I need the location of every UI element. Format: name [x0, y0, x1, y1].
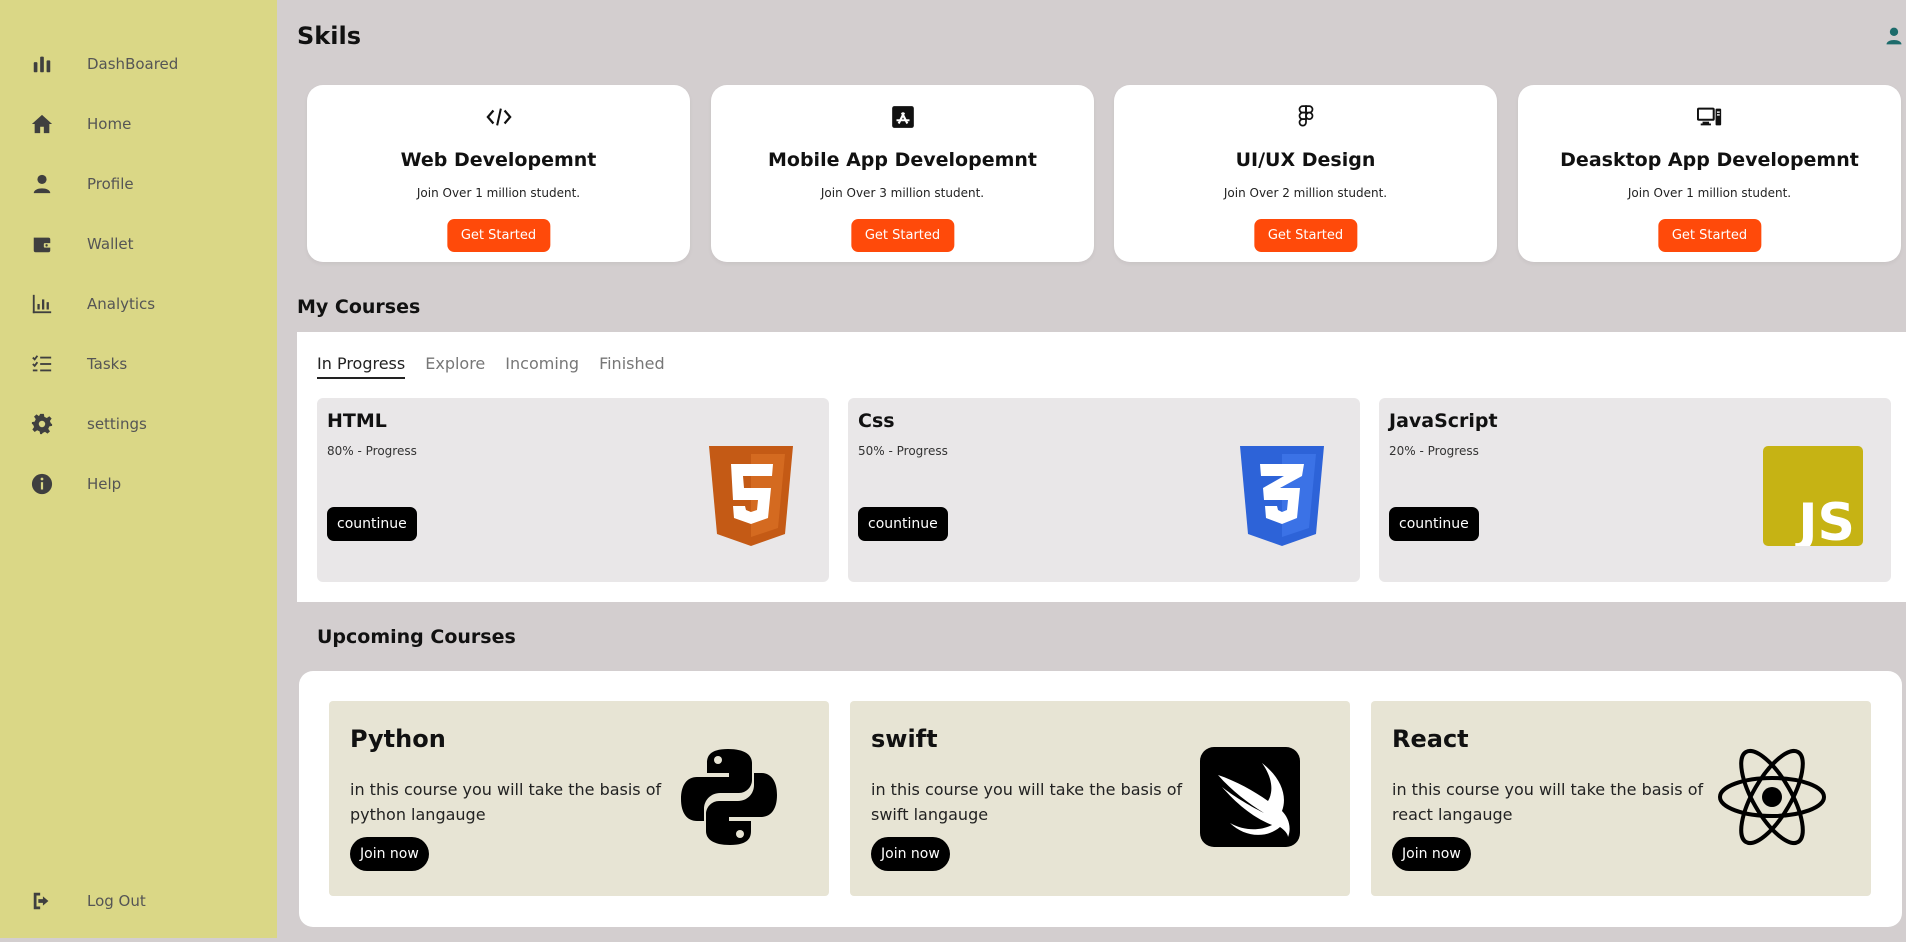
- get-started-button[interactable]: Get Started: [1253, 219, 1358, 252]
- sidebar-item-tasks[interactable]: Tasks: [30, 344, 127, 384]
- skill-subtitle: Join Over 3 million student.: [820, 186, 985, 200]
- upcoming-course-title: React: [1392, 725, 1469, 753]
- tab-in-progress[interactable]: In Progress: [317, 354, 406, 379]
- get-started-button[interactable]: Get Started: [850, 219, 955, 252]
- logout-icon: [30, 889, 54, 913]
- sidebar-item-dashboard[interactable]: DashBoared: [30, 44, 178, 84]
- upcoming-course-title: Python: [350, 725, 446, 753]
- course-title: Css: [858, 410, 895, 432]
- skill-card: UI/UX Design Join Over 2 million student…: [1114, 85, 1497, 262]
- wallet-icon: [30, 232, 54, 256]
- course-progress: 80% - Progress: [327, 444, 417, 458]
- upcoming-course-card: swift in this course you will take the b…: [850, 701, 1350, 896]
- upcoming-course-description: in this course you will take the basis o…: [350, 780, 662, 824]
- sidebar-item-home[interactable]: Home: [30, 104, 131, 144]
- upcoming-course-description: in this course you will take the basis o…: [1392, 780, 1704, 824]
- upcoming-course-card: React in this course you will take the b…: [1371, 701, 1871, 896]
- user-icon: [30, 172, 54, 196]
- python-logo-icon: [681, 749, 777, 845]
- home-icon: [30, 112, 54, 136]
- upcoming-courses-panel: Python in this course you will take the …: [299, 671, 1902, 927]
- desktop-icon: [1518, 103, 1901, 131]
- skill-card: Web Developemnt Join Over 1 million stud…: [307, 85, 690, 262]
- course-card: HTML 80% - Progress countinue: [317, 398, 829, 582]
- skill-subtitle: Join Over 1 million student.: [1627, 186, 1792, 200]
- course-card: Css 50% - Progress countinue: [848, 398, 1360, 582]
- upcoming-course-card: Python in this course you will take the …: [329, 701, 829, 896]
- tab-incoming[interactable]: Incoming: [505, 354, 579, 379]
- logout-label: Log Out: [87, 892, 146, 910]
- my-courses-panel: In Progress Explore Incoming Finished HT…: [297, 332, 1906, 602]
- svg-text:JS: JS: [1795, 493, 1855, 546]
- css3-logo-icon: [1240, 446, 1324, 546]
- code-icon: [307, 103, 690, 131]
- sidebar-item-profile[interactable]: Profile: [30, 164, 134, 204]
- sidebar: DashBoared Home Profile Wallet Analytics…: [0, 0, 277, 938]
- course-progress: 50% - Progress: [858, 444, 948, 458]
- html5-logo-icon: [709, 446, 793, 546]
- upcoming-course-description: in this course you will take the basis o…: [871, 780, 1183, 824]
- course-title: JavaScript: [1389, 410, 1498, 432]
- sidebar-item-label: Home: [87, 115, 132, 133]
- join-now-button[interactable]: Join now: [871, 837, 950, 871]
- bar-chart-icon: [30, 52, 54, 76]
- skill-subtitle: Join Over 2 million student.: [1223, 186, 1388, 200]
- skill-title: Web Developemnt: [400, 149, 597, 171]
- sidebar-item-label: Tasks: [87, 355, 128, 373]
- upcoming-courses-title: Upcoming Courses: [317, 626, 516, 648]
- swift-logo-icon: [1200, 747, 1300, 847]
- sidebar-item-label: DashBoared: [87, 55, 179, 73]
- my-courses-title: My Courses: [297, 296, 421, 318]
- sidebar-item-label: Profile: [87, 175, 134, 193]
- page-title: Skils: [297, 22, 361, 50]
- tab-explore[interactable]: Explore: [425, 354, 485, 379]
- tasks-icon: [30, 352, 54, 376]
- sidebar-item-help[interactable]: Help: [30, 464, 121, 504]
- analytics-icon: [30, 292, 54, 316]
- info-icon: [30, 472, 54, 496]
- join-now-button[interactable]: Join now: [1392, 837, 1471, 871]
- sidebar-item-label: settings: [87, 415, 147, 433]
- sidebar-item-analytics[interactable]: Analytics: [30, 284, 155, 324]
- sidebar-item-label: Help: [87, 475, 122, 493]
- course-card: JavaScript 20% - Progress countinue JS: [1379, 398, 1891, 582]
- sidebar-item-settings[interactable]: settings: [30, 404, 147, 444]
- skill-title: Mobile App Developemnt: [768, 149, 1037, 171]
- get-started-button[interactable]: Get Started: [1657, 219, 1762, 252]
- course-tabs: In Progress Explore Incoming Finished: [317, 354, 665, 379]
- skill-card: Mobile App Developemnt Join Over 3 milli…: [711, 85, 1094, 262]
- user-avatar-icon[interactable]: [1884, 26, 1904, 48]
- skill-subtitle: Join Over 1 million student.: [416, 186, 581, 200]
- app-store-icon: [711, 103, 1094, 131]
- course-progress: 20% - Progress: [1389, 444, 1479, 458]
- skill-card: Deasktop App Developemnt Join Over 1 mil…: [1518, 85, 1901, 262]
- continue-button[interactable]: countinue: [858, 507, 948, 541]
- skill-title: Deasktop App Developemnt: [1560, 149, 1859, 171]
- join-now-button[interactable]: Join now: [350, 837, 429, 871]
- gear-icon: [30, 412, 54, 436]
- course-title: HTML: [327, 410, 387, 432]
- continue-button[interactable]: countinue: [327, 507, 417, 541]
- logout-button[interactable]: Log Out: [30, 881, 146, 921]
- upcoming-course-title: swift: [871, 725, 938, 753]
- javascript-logo-icon: JS: [1763, 446, 1863, 546]
- get-started-button[interactable]: Get Started: [446, 219, 551, 252]
- tab-finished[interactable]: Finished: [599, 354, 665, 379]
- skill-title: UI/UX Design: [1235, 149, 1376, 171]
- figma-icon: [1114, 103, 1497, 131]
- react-logo-icon: [1718, 748, 1826, 846]
- sidebar-item-label: Analytics: [87, 295, 156, 313]
- sidebar-item-wallet[interactable]: Wallet: [30, 224, 134, 264]
- continue-button[interactable]: countinue: [1389, 507, 1479, 541]
- sidebar-item-label: Wallet: [87, 235, 134, 253]
